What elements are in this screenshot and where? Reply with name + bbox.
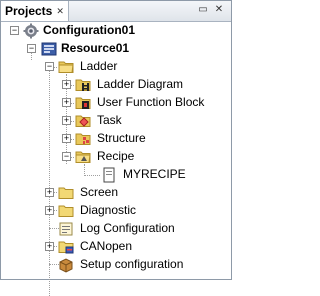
- expand-toggle[interactable]: +: [45, 206, 54, 215]
- collapse-toggle[interactable]: −: [27, 44, 36, 53]
- project-tree: − Configuration01 − Resource01 − Ladder …: [1, 22, 231, 296]
- tree-item-label: Task: [97, 113, 122, 127]
- tree-item-label: Ladder: [80, 59, 118, 73]
- structure-folder-icon: [75, 133, 91, 145]
- folder-icon: [58, 187, 74, 199]
- tree-item-label: Ladder Diagram: [97, 77, 184, 91]
- tree-item-configuration[interactable]: − Configuration01: [1, 22, 231, 40]
- tree-item-label: Screen: [80, 185, 119, 199]
- tab-projects[interactable]: Projects ✕: [1, 1, 69, 21]
- setup-box-icon: [59, 258, 73, 273]
- tree-item-structure[interactable]: + Structure: [1, 130, 231, 148]
- tree-item-label: MYRECIPE: [123, 167, 186, 181]
- tree-item-label: Resource01: [61, 41, 130, 55]
- tab-close-icon[interactable]: ✕: [56, 6, 64, 17]
- tree-item-resource[interactable]: − Resource01: [1, 40, 231, 58]
- tab-projects-label: Projects: [5, 4, 53, 18]
- tree-item-screen[interactable]: + Screen: [1, 184, 231, 202]
- tree-item-label: CANopen: [80, 239, 133, 253]
- tree-item-log-configuration[interactable]: Log Configuration: [1, 220, 231, 238]
- collapse-toggle[interactable]: −: [10, 26, 19, 35]
- tree-item-ladder-diagram[interactable]: + Ladder Diagram: [1, 76, 231, 94]
- log-config-icon: [59, 222, 73, 236]
- tree-item-ladder[interactable]: − Ladder: [1, 58, 231, 76]
- canopen-folder-icon: [58, 241, 74, 254]
- projects-panel: Projects ✕ ▭ ✕ − Configuration01 − Resou…: [0, 0, 232, 296]
- tree-item-label: Configuration01: [43, 23, 135, 37]
- collapse-toggle[interactable]: −: [62, 152, 71, 161]
- tree-item-label: Structure: [97, 131, 146, 145]
- collapse-toggle[interactable]: −: [45, 62, 54, 71]
- expand-toggle[interactable]: +: [62, 98, 71, 107]
- tree-item-user-function-block[interactable]: + User Function Block: [1, 94, 231, 112]
- function-block-folder-icon: [75, 97, 91, 109]
- expand-toggle[interactable]: +: [45, 188, 54, 197]
- resource-icon: [41, 42, 57, 56]
- expand-toggle[interactable]: +: [62, 134, 71, 143]
- tree-item-label: Log Configuration: [80, 221, 175, 235]
- tree-item-diagnostic[interactable]: + Diagnostic: [1, 202, 231, 220]
- expand-toggle[interactable]: +: [62, 116, 71, 125]
- panel-titlebar: Projects ✕ ▭ ✕: [1, 1, 231, 22]
- minimize-icon[interactable]: ▭: [197, 4, 209, 16]
- tree-item-task[interactable]: + Task: [1, 112, 231, 130]
- tree-item-label: Diagnostic: [80, 203, 137, 217]
- document-icon: [103, 167, 115, 183]
- gear-icon: [23, 23, 39, 39]
- tree-item-label: Setup configuration: [80, 257, 184, 271]
- recipe-folder-icon: [75, 151, 91, 163]
- expand-toggle[interactable]: +: [45, 242, 54, 251]
- folder-icon: [58, 205, 74, 217]
- tree-item-canopen[interactable]: + CANopen: [1, 238, 231, 256]
- expand-toggle[interactable]: +: [62, 80, 71, 89]
- tree-item-label: User Function Block: [97, 95, 205, 109]
- ladder-diagram-folder-icon: [75, 79, 91, 91]
- task-folder-icon: [75, 115, 91, 127]
- tree-item-label: Recipe: [97, 149, 135, 163]
- tree-item-recipe[interactable]: − Recipe: [1, 148, 231, 166]
- folder-open-icon: [58, 61, 74, 73]
- close-icon[interactable]: ✕: [213, 4, 225, 16]
- tree-item-myrecipe[interactable]: MYRECIPE: [1, 166, 231, 184]
- tree-item-setup-configuration[interactable]: Setup configuration: [1, 256, 231, 274]
